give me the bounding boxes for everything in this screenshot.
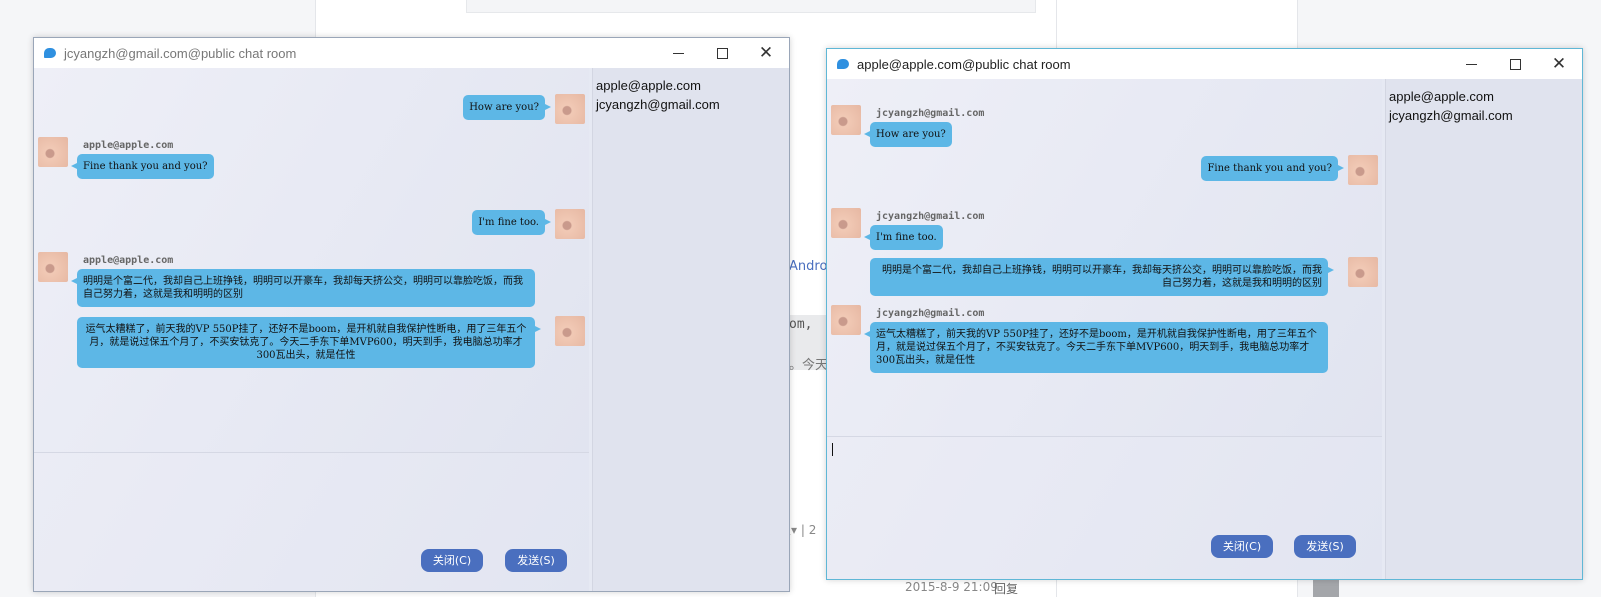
chat-window-apple: apple@apple.com@public chat room ✕ jcyan… bbox=[826, 48, 1583, 580]
message-input[interactable]: 关闭(C) 发送(S) bbox=[827, 436, 1382, 579]
avatar bbox=[831, 305, 861, 335]
message-bubble: Fine thank you and you? bbox=[1201, 156, 1344, 181]
member-item[interactable]: jcyangzh@gmail.com bbox=[1386, 106, 1582, 125]
message-bubble: Fine thank you and you? bbox=[71, 154, 214, 179]
window-titlebar[interactable]: apple@apple.com@public chat room ✕ bbox=[827, 49, 1582, 79]
member-item[interactable]: apple@apple.com bbox=[1386, 87, 1582, 106]
message-area[interactable]: How are you? apple@apple.com Fine thank … bbox=[34, 68, 589, 452]
message-bubble: 运气太糟糕了，前天我的VP 550P挂了，还好不是boom，是开机就自我保护性断… bbox=[864, 322, 1328, 373]
member-list: apple@apple.com jcyangzh@gmail.com bbox=[1385, 79, 1582, 579]
sender-name: apple@apple.com bbox=[83, 255, 174, 266]
sender-name: jcyangzh@gmail.com bbox=[876, 211, 985, 222]
chat-window-jcyangzh: jcyangzh@gmail.com@public chat room ✕ Ho… bbox=[33, 37, 790, 592]
minimize-icon[interactable] bbox=[1449, 49, 1493, 79]
member-list: apple@apple.com jcyangzh@gmail.com bbox=[592, 68, 789, 591]
close-button[interactable]: 关闭(C) bbox=[1211, 535, 1273, 558]
sender-name: apple@apple.com bbox=[83, 140, 174, 151]
maximize-icon[interactable] bbox=[1493, 49, 1537, 79]
member-item[interactable]: apple@apple.com bbox=[593, 76, 789, 95]
avatar bbox=[38, 252, 68, 282]
avatar bbox=[831, 208, 861, 238]
message-bubble: I'm fine too. bbox=[864, 225, 943, 250]
avatar bbox=[831, 105, 861, 135]
bg-reply-link[interactable]: 回复 bbox=[994, 580, 1018, 597]
send-button[interactable]: 发送(S) bbox=[505, 549, 567, 572]
avatar bbox=[555, 316, 585, 346]
close-icon[interactable]: ✕ bbox=[1537, 49, 1581, 79]
window-title: jcyangzh@gmail.com@public chat room bbox=[64, 45, 297, 61]
member-item[interactable]: jcyangzh@gmail.com bbox=[593, 95, 789, 114]
send-button[interactable]: 发送(S) bbox=[1294, 535, 1356, 558]
avatar bbox=[1348, 257, 1378, 287]
avatar bbox=[38, 137, 68, 167]
avatar bbox=[555, 209, 585, 239]
close-icon[interactable]: ✕ bbox=[744, 38, 788, 68]
message-bubble: 明明是个富二代，我却自己上班挣钱，明明可以开豪车，我却每天挤公交，明明可以靠脸吃… bbox=[71, 269, 535, 307]
window-titlebar[interactable]: jcyangzh@gmail.com@public chat room ✕ bbox=[34, 38, 789, 68]
message-input[interactable]: 关闭(C) 发送(S) bbox=[34, 452, 589, 591]
avatar bbox=[555, 94, 585, 124]
bg-text-om: om, bbox=[789, 317, 813, 332]
text-caret bbox=[832, 443, 833, 456]
avatar bbox=[1348, 155, 1378, 185]
close-button[interactable]: 关闭(C) bbox=[421, 549, 483, 572]
message-bubble: How are you? bbox=[864, 122, 952, 147]
message-bubble: I'm fine too. bbox=[472, 210, 551, 235]
sender-name: jcyangzh@gmail.com bbox=[876, 108, 985, 119]
minimize-icon[interactable] bbox=[656, 38, 700, 68]
chat-bubble-icon bbox=[44, 48, 56, 58]
bg-timestamp: 2015-8-9 21:09 bbox=[905, 580, 998, 594]
message-bubble: 运气太糟糕了，前天我的VP 550P挂了，还好不是boom，是开机就自我保护性断… bbox=[77, 317, 541, 368]
chat-bubble-icon bbox=[837, 59, 849, 69]
message-area[interactable]: jcyangzh@gmail.com How are you? Fine tha… bbox=[827, 79, 1382, 436]
sender-name: jcyangzh@gmail.com bbox=[876, 308, 985, 319]
bg-top-box bbox=[466, 0, 1036, 13]
bg-link-andro[interactable]: Andro bbox=[789, 259, 827, 274]
message-bubble: How are you? bbox=[463, 95, 551, 120]
window-title: apple@apple.com@public chat room bbox=[857, 56, 1071, 72]
maximize-icon[interactable] bbox=[700, 38, 744, 68]
bg-text-jin: 。今天 bbox=[789, 358, 829, 373]
message-bubble: 明明是个富二代，我却自己上班挣钱，明明可以开豪车，我却每天挤公交，明明可以靠脸吃… bbox=[870, 258, 1334, 296]
